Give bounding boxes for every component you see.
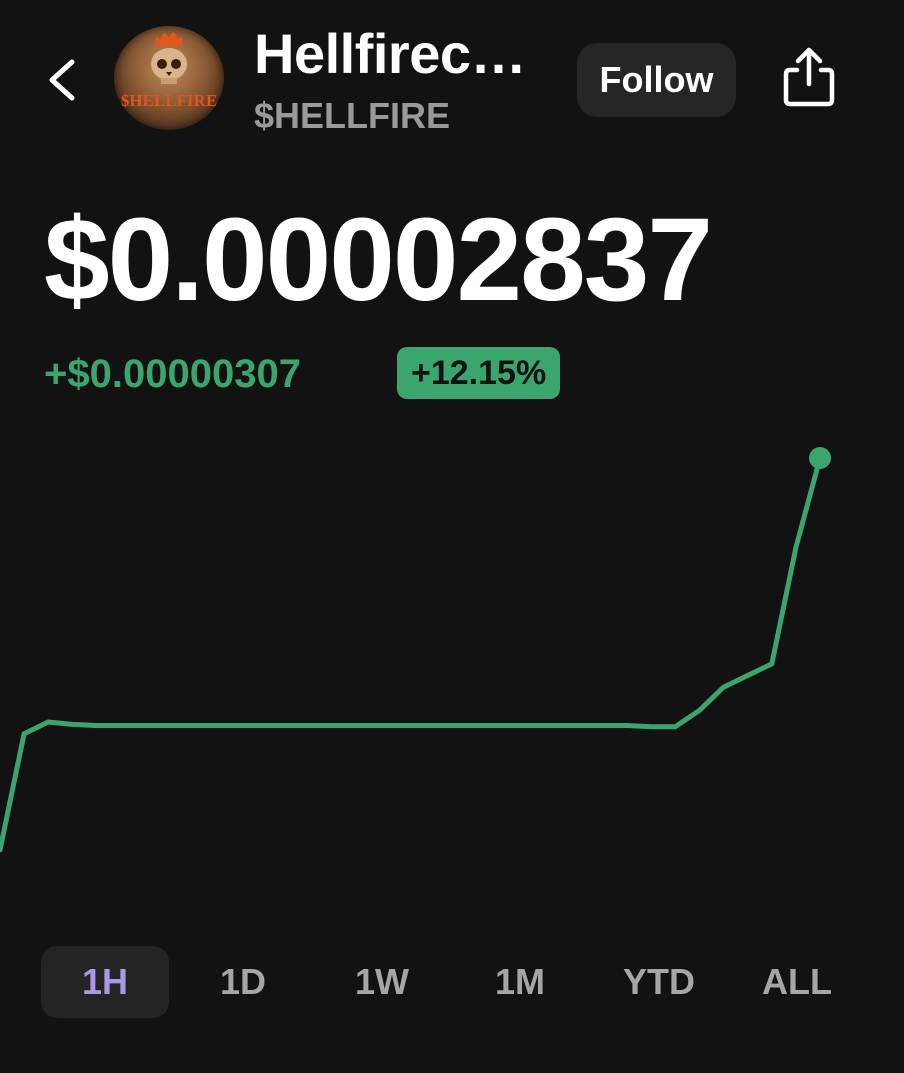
price-change-absolute: +$0.00000307 xyxy=(44,352,301,396)
current-price: $0.00002837 xyxy=(44,194,713,326)
token-name: Hellfirec… xyxy=(254,22,526,85)
chevron-left-icon xyxy=(49,59,75,101)
range-tab-1h[interactable]: 1H xyxy=(41,946,169,1018)
price-chart[interactable] xyxy=(0,420,904,940)
share-button[interactable] xyxy=(778,42,840,112)
avatar-logo-text: $HELLFIRE xyxy=(121,91,217,110)
range-tab-1m[interactable]: 1M xyxy=(456,946,584,1018)
price-line-series xyxy=(0,455,823,853)
range-tab-1d[interactable]: 1D xyxy=(179,946,307,1018)
share-icon xyxy=(783,47,835,107)
token-symbol: $HELLFIRE xyxy=(254,95,451,136)
skull-logo-icon: $HELLFIRE xyxy=(121,32,217,110)
follow-button[interactable]: Follow xyxy=(577,43,736,117)
range-tab-ytd[interactable]: YTD xyxy=(595,946,723,1018)
range-tab-1w[interactable]: 1W xyxy=(318,946,446,1018)
time-range-selector: 1H 1D 1W 1M YTD ALL xyxy=(0,946,904,1020)
back-button[interactable] xyxy=(40,50,90,110)
token-avatar: $HELLFIRE xyxy=(114,26,224,130)
current-price-point xyxy=(809,447,831,469)
price-change-percent-badge: +12.15% xyxy=(397,347,561,399)
range-tab-all[interactable]: ALL xyxy=(733,946,861,1018)
price-chart-svg xyxy=(0,447,831,853)
